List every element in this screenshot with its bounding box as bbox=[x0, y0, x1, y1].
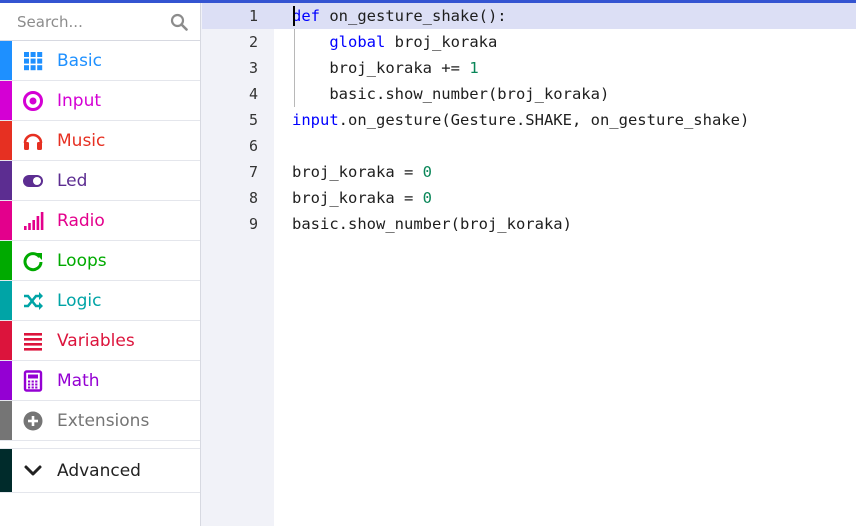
code-keyword: global bbox=[329, 33, 386, 51]
code-text: broj_koraka = 0 bbox=[292, 185, 432, 211]
line-number: 7 bbox=[248, 163, 258, 181]
grid-icon bbox=[22, 50, 44, 72]
shuffle-icon bbox=[22, 290, 44, 312]
code-keyword: def bbox=[292, 7, 320, 25]
category-color-bar bbox=[0, 281, 12, 320]
code-token: broj_koraka += bbox=[292, 59, 470, 77]
list-icon bbox=[22, 330, 44, 352]
code-token: broj_koraka bbox=[385, 33, 498, 51]
code-number: 0 bbox=[422, 189, 432, 207]
category-label: Music bbox=[57, 131, 106, 151]
makecode-python-editor: Basic Input Music Led Radio Loops Logic Variabl… bbox=[0, 0, 856, 526]
category-label: Loops bbox=[57, 251, 107, 271]
toolbox-category-logic[interactable]: Logic bbox=[0, 281, 200, 321]
line-number: 4 bbox=[248, 85, 258, 103]
code-token: on_gesture_shake(): bbox=[320, 7, 507, 25]
code-text: global broj_koraka bbox=[292, 29, 497, 55]
code-editor[interactable]: 1 def on_gesture_shake(): 2 global broj_ko… bbox=[202, 3, 856, 526]
category-label: Led bbox=[57, 171, 88, 191]
line-number: 9 bbox=[248, 215, 258, 233]
toolbox-category-extensions[interactable]: Extensions bbox=[0, 401, 200, 441]
indent-guide bbox=[294, 29, 295, 107]
headphones-icon bbox=[22, 130, 44, 152]
category-color-bar bbox=[0, 41, 12, 80]
toolbox-category-basic[interactable]: Basic bbox=[0, 41, 200, 81]
toolbox-category-advanced[interactable]: Advanced bbox=[0, 449, 200, 493]
code-text: basic.show_number(broj_koraka) bbox=[292, 81, 609, 107]
toolbox-category-math[interactable]: Math bbox=[0, 361, 200, 401]
category-color-bar bbox=[0, 321, 12, 360]
category-label: Input bbox=[57, 91, 102, 111]
code-number: 0 bbox=[422, 163, 432, 181]
category-label: Radio bbox=[57, 211, 105, 231]
category-color-bar bbox=[0, 401, 12, 440]
category-color-bar bbox=[0, 81, 12, 120]
search-icon[interactable] bbox=[170, 13, 188, 31]
category-color-bar bbox=[0, 121, 12, 160]
calculator-icon bbox=[22, 370, 44, 392]
toolbox-category-input[interactable]: Input bbox=[0, 81, 200, 121]
code-token: broj_koraka = bbox=[292, 163, 423, 181]
code-text: input.on_gesture(Gesture.SHAKE, on_gestu… bbox=[292, 107, 749, 133]
toolbox-category-led[interactable]: Led bbox=[0, 161, 200, 201]
toolbox-category-variables[interactable]: Variables bbox=[0, 321, 200, 361]
code-line[interactable]: 6 bbox=[202, 133, 856, 159]
code-token: .on_gesture(Gesture.SHAKE, on_gesture_sh… bbox=[338, 111, 750, 129]
code-line[interactable]: 3 broj_koraka += 1 bbox=[202, 55, 856, 81]
category-label: Extensions bbox=[57, 411, 150, 431]
category-label: Basic bbox=[57, 51, 103, 71]
toolbox-search bbox=[0, 3, 200, 41]
toolbox-separator bbox=[0, 441, 200, 449]
category-color-bar bbox=[0, 449, 12, 492]
code-token: broj_koraka = bbox=[292, 189, 423, 207]
code-number: 1 bbox=[469, 59, 479, 77]
category-color-bar bbox=[0, 361, 12, 400]
category-label: Variables bbox=[57, 331, 135, 351]
line-number: 5 bbox=[248, 111, 258, 129]
code-line[interactable]: 9 basic.show_number(broj_koraka) bbox=[202, 211, 856, 237]
code-text: broj_koraka = 0 bbox=[292, 159, 432, 185]
line-number: 8 bbox=[248, 189, 258, 207]
code-line[interactable]: 2 global broj_koraka bbox=[202, 29, 856, 55]
toolbox-category-loops[interactable]: Loops bbox=[0, 241, 200, 281]
refresh-icon bbox=[22, 250, 44, 272]
target-icon bbox=[22, 90, 44, 112]
line-number: 1 bbox=[248, 7, 258, 25]
line-number: 2 bbox=[248, 33, 258, 51]
category-color-bar bbox=[0, 241, 12, 280]
code-text: basic.show_number(broj_koraka) bbox=[292, 211, 572, 237]
code-line[interactable]: 7 broj_koraka = 0 bbox=[202, 159, 856, 185]
code-line[interactable]: 4 basic.show_number(broj_koraka) bbox=[202, 81, 856, 107]
toolbox-category-radio[interactable]: Radio bbox=[0, 201, 200, 241]
signal-bars-icon bbox=[22, 210, 44, 232]
code-text: def on_gesture_shake(): bbox=[292, 3, 507, 29]
code-token: basic.show_number(broj_koraka) bbox=[292, 85, 610, 103]
plus-circle-icon bbox=[22, 410, 44, 432]
toggle-icon bbox=[22, 170, 44, 192]
code-line[interactable]: 5 input.on_gesture(Gesture.SHAKE, on_gest… bbox=[202, 107, 856, 133]
code-keyword: input bbox=[292, 111, 339, 129]
category-label: Advanced bbox=[57, 461, 141, 481]
toolbox: Basic Input Music Led Radio Loops Logic Variabl… bbox=[0, 3, 201, 526]
category-list: Basic Input Music Led Radio Loops Logic Variabl… bbox=[0, 41, 200, 441]
chevron-down-icon bbox=[22, 460, 44, 482]
code-text: broj_koraka += 1 bbox=[292, 55, 479, 81]
category-color-bar bbox=[0, 201, 12, 240]
category-label: Math bbox=[57, 371, 100, 391]
toolbox-category-music[interactable]: Music bbox=[0, 121, 200, 161]
code-line[interactable]: 8 broj_koraka = 0 bbox=[202, 185, 856, 211]
category-label: Logic bbox=[57, 291, 102, 311]
code-token: basic.show_number(broj_koraka) bbox=[292, 215, 572, 233]
text-cursor bbox=[293, 6, 295, 26]
code-line[interactable]: 1 def on_gesture_shake(): bbox=[202, 3, 856, 29]
line-number: 6 bbox=[248, 137, 258, 155]
category-color-bar bbox=[0, 161, 12, 200]
search-input[interactable] bbox=[0, 3, 160, 41]
line-number: 3 bbox=[248, 59, 258, 77]
